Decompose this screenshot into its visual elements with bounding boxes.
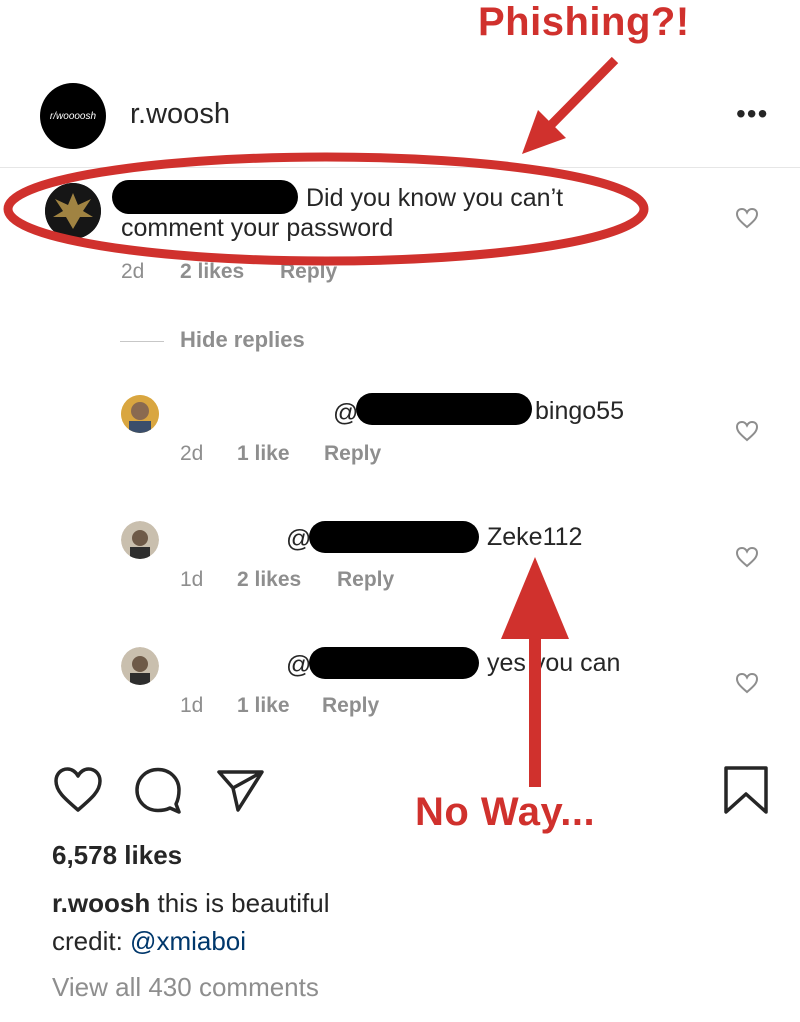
reply-1-time: 2d: [180, 442, 204, 465]
post-author-avatar[interactable]: r/woooosh: [40, 83, 106, 149]
phishing-annotation-label: Phishing?!: [478, 0, 690, 44]
reply-1-avatar[interactable]: [121, 395, 159, 433]
bookmark-icon[interactable]: [720, 764, 772, 816]
no-way-arrow-annotation: [501, 557, 569, 787]
reply-3-avatar-icon: [121, 647, 159, 685]
reply-1-redacted: [356, 393, 532, 425]
reply-1-likes[interactable]: 1 like: [237, 442, 290, 466]
caption-text: this is beautiful: [157, 888, 330, 918]
reply-2-like-heart-icon[interactable]: [735, 546, 759, 568]
caption: r.woosh this is beautiful: [52, 888, 329, 919]
likes-count[interactable]: 6,578 likes: [52, 840, 182, 871]
reply-1-reply-button[interactable]: Reply: [324, 442, 381, 466]
comment-icon[interactable]: [132, 764, 184, 816]
phishing-arrow-annotation: [522, 56, 619, 154]
view-all-comments-link[interactable]: View all 430 comments: [52, 972, 319, 1003]
reply-1-avatar-icon: [121, 395, 159, 433]
credit-mention-link[interactable]: @xmiaboi: [130, 926, 246, 956]
reply-2-avatar[interactable]: [121, 521, 159, 559]
main-comment-like-heart-icon[interactable]: [735, 207, 759, 229]
reply-3-avatar[interactable]: [121, 647, 159, 685]
reply-3-time: 1d: [180, 694, 204, 717]
reply-2-time: 1d: [180, 568, 204, 591]
caption-credit: credit: @xmiaboi: [52, 926, 246, 957]
reply-2-reply-button[interactable]: Reply: [337, 568, 394, 592]
reply-2-avatar-icon: [121, 521, 159, 559]
reply-2-redacted: [309, 521, 479, 553]
more-options-icon[interactable]: •••: [736, 98, 768, 130]
heart-icon[interactable]: [52, 764, 104, 816]
reply-2-likes[interactable]: 2 likes: [237, 568, 301, 592]
reply-2-text: Zeke112: [487, 523, 583, 551]
credit-label: credit:: [52, 926, 123, 956]
reply-1-text: bingo55: [535, 397, 624, 425]
reply-3-reply-button[interactable]: Reply: [322, 694, 379, 718]
caption-username[interactable]: r.woosh: [52, 888, 150, 918]
hide-replies-line: [120, 341, 164, 342]
no-way-annotation-label: No Way...: [415, 790, 596, 834]
reply-3-likes[interactable]: 1 like: [237, 694, 290, 718]
reply-3-like-heart-icon[interactable]: [735, 672, 759, 694]
avatar-text: r/woooosh: [49, 110, 97, 122]
reply-3-redacted: [309, 647, 479, 679]
send-icon[interactable]: [214, 764, 266, 816]
reply-1-like-heart-icon[interactable]: [735, 420, 759, 442]
post-author-username[interactable]: r.woosh: [130, 98, 230, 131]
hide-replies-button[interactable]: Hide replies: [180, 327, 305, 353]
